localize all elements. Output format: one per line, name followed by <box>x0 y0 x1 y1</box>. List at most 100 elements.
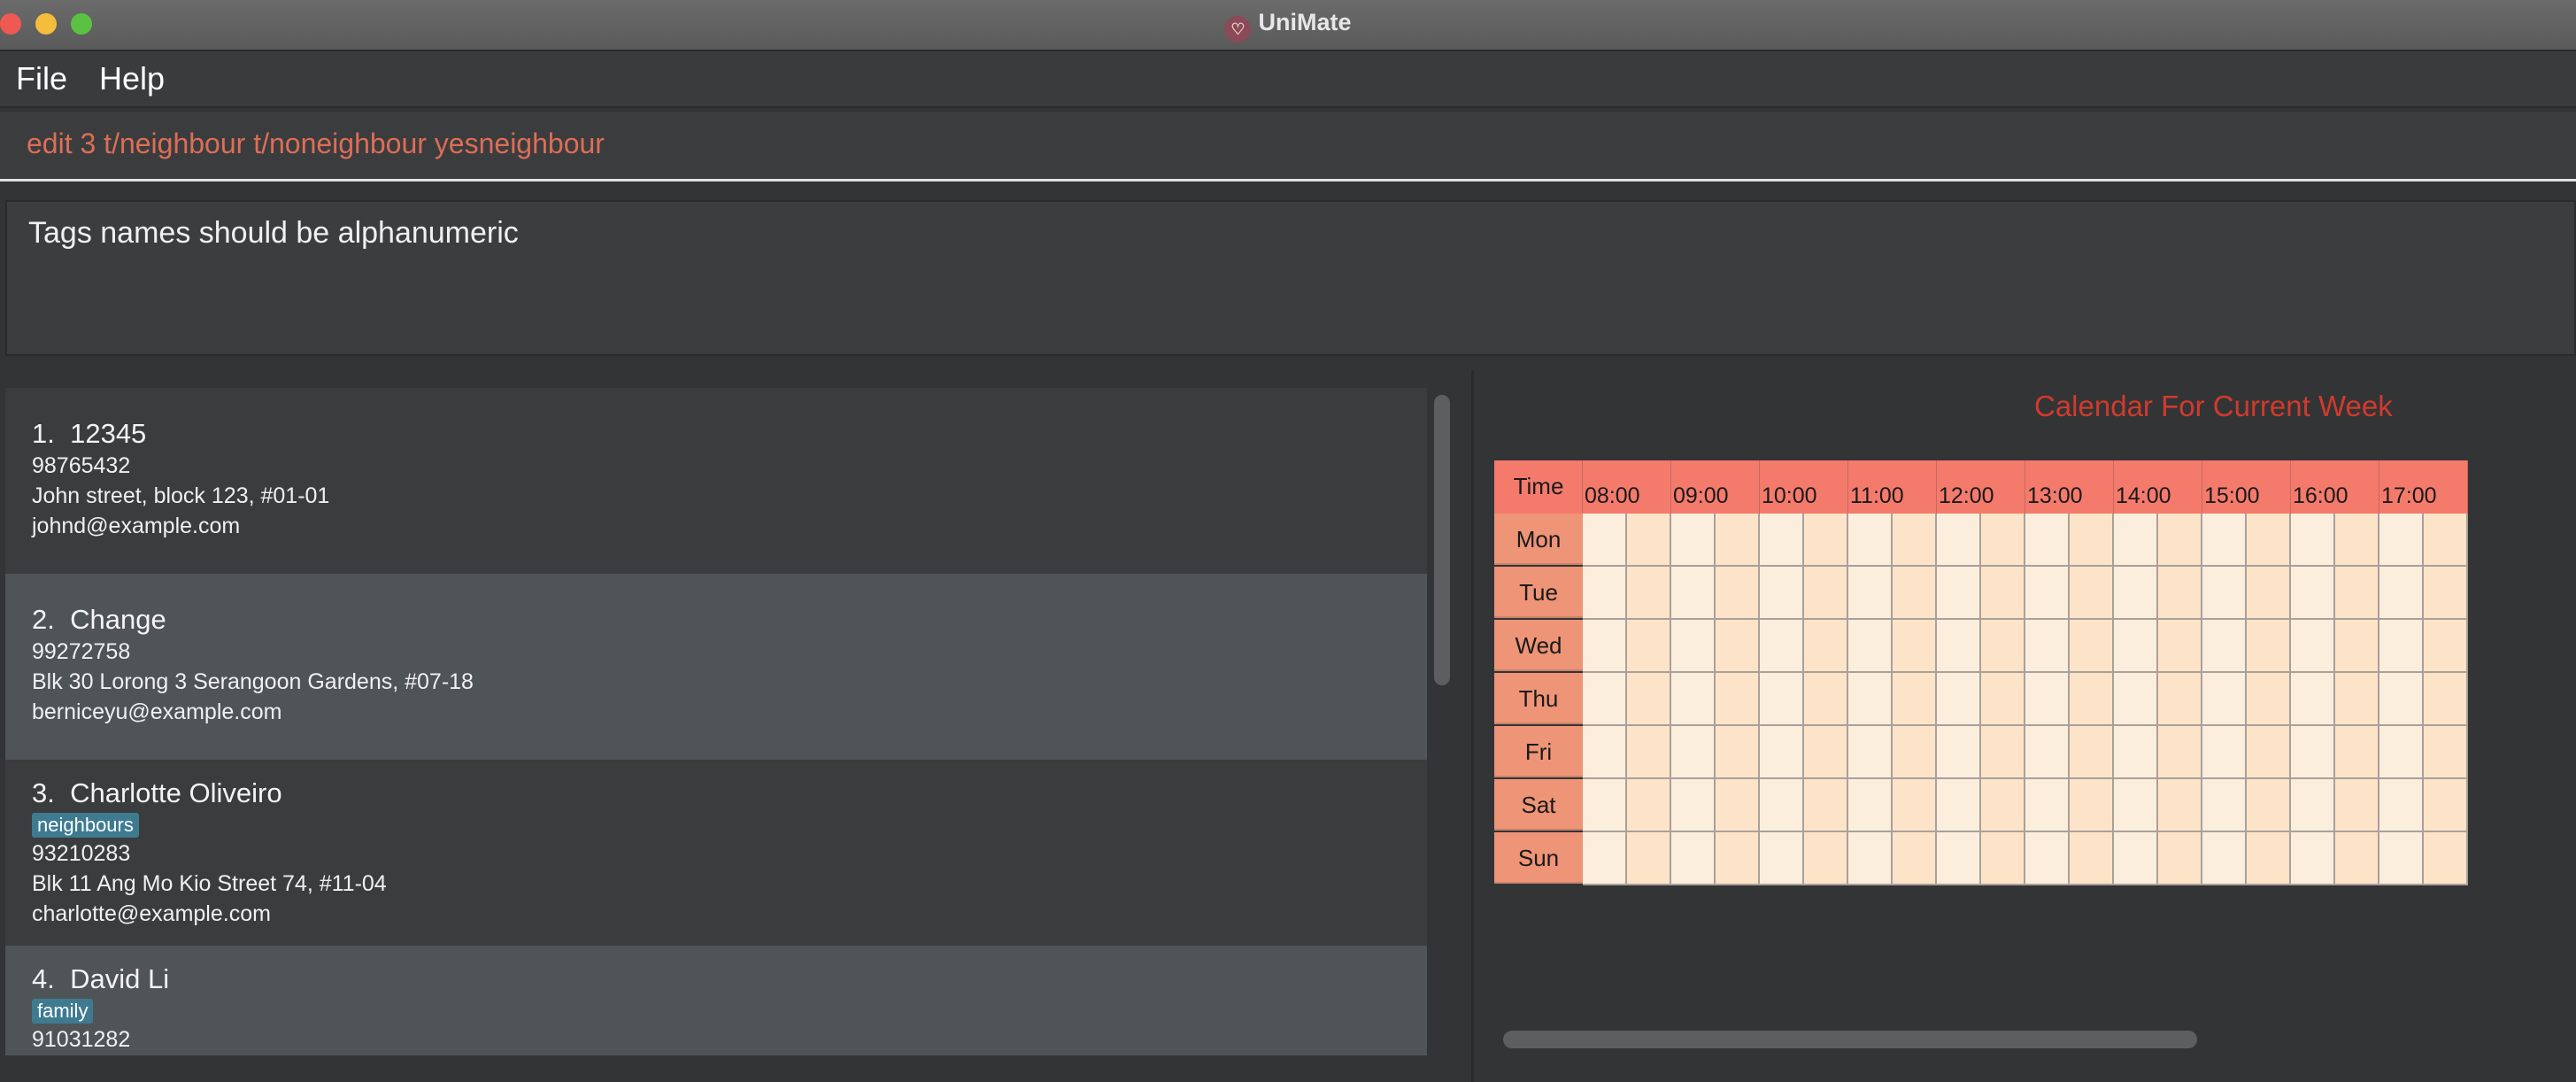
time-slot[interactable] <box>2202 726 2247 779</box>
time-slot[interactable] <box>1804 832 1848 885</box>
time-slot[interactable] <box>1716 673 1760 726</box>
time-slot[interactable] <box>2335 779 2379 832</box>
time-slot[interactable] <box>1804 620 1848 673</box>
time-slot[interactable] <box>1937 567 1981 620</box>
time-slot[interactable] <box>1671 832 1716 885</box>
time-slot[interactable] <box>1893 726 1937 779</box>
time-slot[interactable] <box>1760 567 1804 620</box>
time-slot[interactable] <box>1716 726 1760 779</box>
time-slot[interactable] <box>2424 567 2468 620</box>
time-slot[interactable] <box>2070 832 2114 885</box>
time-slot[interactable] <box>2158 832 2202 885</box>
time-slot[interactable] <box>1760 726 1804 779</box>
time-slot[interactable] <box>1804 779 1848 832</box>
person-card[interactable]: 2. Change 99272758 Blk 30 Lorong 3 Seran… <box>5 574 1427 760</box>
time-slot[interactable] <box>1716 567 1760 620</box>
time-slot[interactable] <box>1671 673 1716 726</box>
time-slot[interactable] <box>2379 620 2424 673</box>
time-slot[interactable] <box>2070 514 2114 567</box>
time-slot[interactable] <box>1981 620 2025 673</box>
time-slot[interactable] <box>2335 726 2379 779</box>
time-slot[interactable] <box>2158 673 2202 726</box>
time-slot[interactable] <box>2379 832 2424 885</box>
time-slot[interactable] <box>2114 673 2158 726</box>
person-list-scrollbar[interactable] <box>1434 395 1450 685</box>
time-slot[interactable] <box>2247 832 2291 885</box>
time-slot[interactable] <box>2158 514 2202 567</box>
person-card[interactable]: 4. David Li family 91031282 <box>5 946 1427 1055</box>
time-slot[interactable] <box>1760 514 1804 567</box>
time-slot[interactable] <box>1583 673 1627 726</box>
time-slot[interactable] <box>1937 726 1981 779</box>
time-slot[interactable] <box>1804 567 1848 620</box>
time-slot[interactable] <box>1760 779 1804 832</box>
time-slot[interactable] <box>1627 832 1671 885</box>
time-slot[interactable] <box>2291 779 2335 832</box>
time-slot[interactable] <box>2379 567 2424 620</box>
time-slot[interactable] <box>1716 514 1760 567</box>
time-slot[interactable] <box>1627 567 1671 620</box>
time-slot[interactable] <box>2070 779 2114 832</box>
split-divider[interactable] <box>1471 370 1474 1082</box>
time-slot[interactable] <box>1583 620 1627 673</box>
time-slot[interactable] <box>2025 673 2070 726</box>
time-slot[interactable] <box>1937 832 1981 885</box>
time-slot[interactable] <box>2424 620 2468 673</box>
time-slot[interactable] <box>2291 620 2335 673</box>
command-input[interactable]: edit 3 t/neighbour t/noneighbour yesneig… <box>27 128 605 160</box>
time-slot[interactable] <box>2379 673 2424 726</box>
time-slot[interactable] <box>1893 514 1937 567</box>
time-slot[interactable] <box>2247 567 2291 620</box>
time-slot[interactable] <box>1804 726 1848 779</box>
time-slot[interactable] <box>1981 567 2025 620</box>
time-slot[interactable] <box>1760 620 1804 673</box>
time-slot[interactable] <box>1804 514 1848 567</box>
time-slot[interactable] <box>2335 620 2379 673</box>
time-slot[interactable] <box>1848 620 1893 673</box>
time-slot[interactable] <box>2025 620 2070 673</box>
time-slot[interactable] <box>2025 832 2070 885</box>
time-slot[interactable] <box>2070 673 2114 726</box>
time-slot[interactable] <box>1981 779 2025 832</box>
time-slot[interactable] <box>2379 514 2424 567</box>
time-slot[interactable] <box>2379 779 2424 832</box>
time-slot[interactable] <box>2158 726 2202 779</box>
time-slot[interactable] <box>2247 620 2291 673</box>
time-slot[interactable] <box>1716 620 1760 673</box>
time-slot[interactable] <box>2291 567 2335 620</box>
calendar-horizontal-scrollbar[interactable] <box>1503 1031 2197 1048</box>
time-slot[interactable] <box>2158 779 2202 832</box>
time-slot[interactable] <box>2202 514 2247 567</box>
time-slot[interactable] <box>2247 726 2291 779</box>
time-slot[interactable] <box>1583 832 1627 885</box>
time-slot[interactable] <box>2424 673 2468 726</box>
time-slot[interactable] <box>1893 779 1937 832</box>
time-slot[interactable] <box>2291 832 2335 885</box>
time-slot[interactable] <box>1627 673 1671 726</box>
time-slot[interactable] <box>1671 726 1716 779</box>
time-slot[interactable] <box>2158 620 2202 673</box>
time-slot[interactable] <box>2424 726 2468 779</box>
time-slot[interactable] <box>2070 620 2114 673</box>
time-slot[interactable] <box>2335 567 2379 620</box>
time-slot[interactable] <box>1671 779 1716 832</box>
time-slot[interactable] <box>1583 779 1627 832</box>
time-slot[interactable] <box>2291 514 2335 567</box>
time-slot[interactable] <box>2424 779 2468 832</box>
time-slot[interactable] <box>1848 567 1893 620</box>
time-slot[interactable] <box>2158 567 2202 620</box>
time-slot[interactable] <box>2202 673 2247 726</box>
time-slot[interactable] <box>1671 514 1716 567</box>
time-slot[interactable] <box>1893 673 1937 726</box>
time-slot[interactable] <box>2424 514 2468 567</box>
time-slot[interactable] <box>1937 514 1981 567</box>
command-box[interactable]: edit 3 t/neighbour t/noneighbour yesneig… <box>0 112 2576 182</box>
time-slot[interactable] <box>2114 832 2158 885</box>
time-slot[interactable] <box>1981 832 2025 885</box>
time-slot[interactable] <box>2424 832 2468 885</box>
time-slot[interactable] <box>2379 726 2424 779</box>
person-card[interactable]: 3. Charlotte Oliveiro neighbours 9321028… <box>5 760 1427 946</box>
time-slot[interactable] <box>2114 567 2158 620</box>
time-slot[interactable] <box>2025 779 2070 832</box>
time-slot[interactable] <box>1627 514 1671 567</box>
